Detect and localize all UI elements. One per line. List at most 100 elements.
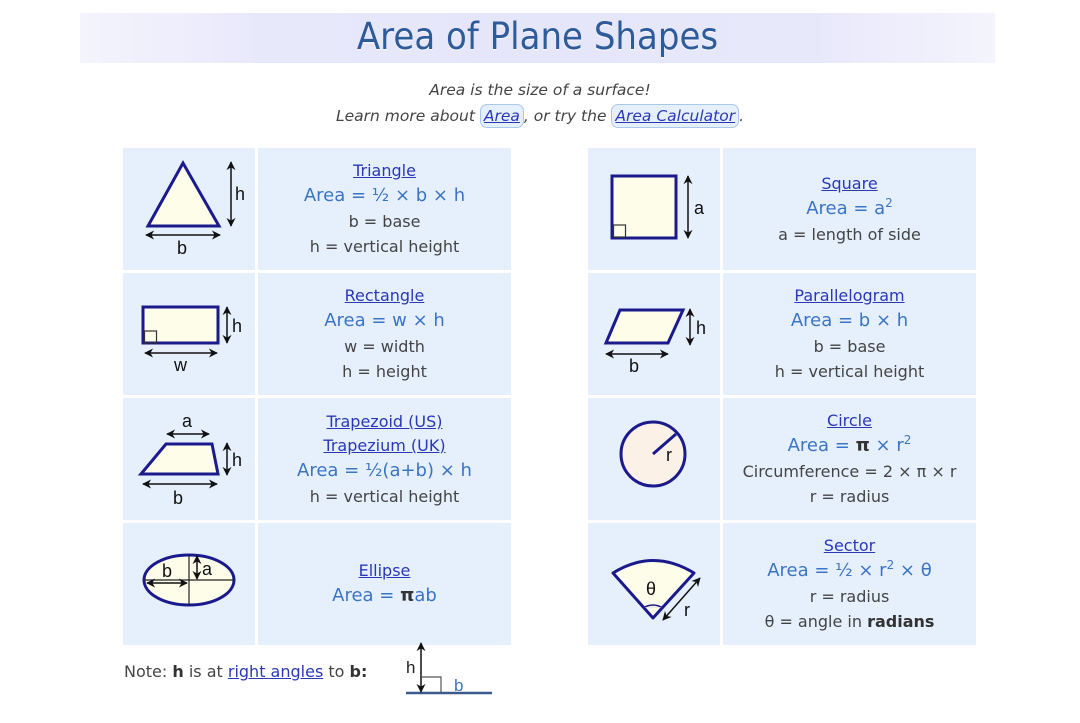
circle-desc: r = radius bbox=[809, 487, 890, 506]
rectangle-diagram: h w bbox=[141, 305, 242, 375]
parallelogram-diagram-cell: h b bbox=[588, 273, 720, 395]
sector-diagram-cell: θ r bbox=[588, 523, 720, 645]
circle-diagram-cell: r bbox=[588, 398, 720, 520]
rectangle-info: Rectangle Area = w × h w = width h = hei… bbox=[258, 273, 511, 395]
exponent: 2 bbox=[903, 433, 912, 447]
circle-formula: Area = π × r2 bbox=[723, 433, 976, 459]
shape-row-rectangle: h w Rectangle Area = w × h w = width h =… bbox=[123, 273, 511, 395]
shapes-table-right: a Square Area = a2 a = length of side h … bbox=[585, 145, 979, 648]
intro-text: , or try the bbox=[523, 107, 612, 125]
h-label: h bbox=[232, 450, 242, 470]
circle-desc: Circumference = 2 × π × r bbox=[742, 462, 957, 481]
shape-row-ellipse: b a Ellipse Area = πab bbox=[123, 523, 511, 645]
parallelogram-link[interactable]: Parallelogram bbox=[723, 284, 976, 308]
rectangle-link[interactable]: Rectangle bbox=[258, 284, 511, 308]
trapezoid-link[interactable]: Trapezoid (US) bbox=[258, 410, 511, 434]
triangle-info: Triangle Area = ½ × b × h b = base h = v… bbox=[258, 148, 511, 270]
r-label: r bbox=[684, 600, 690, 620]
sector-formula: Area = ½ × r2 × θ bbox=[723, 558, 976, 584]
square-diagram-cell: a bbox=[588, 148, 720, 270]
triangle-link[interactable]: Triangle bbox=[258, 159, 511, 183]
right-angles-link[interactable]: right angles bbox=[228, 662, 323, 681]
right-angle-diagram: h b bbox=[406, 642, 492, 695]
right-angle-mark bbox=[422, 676, 442, 693]
a-label: a bbox=[202, 559, 213, 579]
note-h: h bbox=[172, 662, 184, 681]
pi-symbol: π bbox=[855, 435, 870, 456]
formula-text: × r bbox=[869, 435, 904, 456]
note-b: b: bbox=[349, 662, 368, 681]
b-label: b bbox=[454, 676, 463, 695]
page-title: Area of Plane Shapes bbox=[356, 15, 719, 58]
sector-link[interactable]: Sector bbox=[723, 534, 976, 558]
parallelogram-diagram: h b bbox=[603, 308, 706, 376]
formula-text: ab bbox=[414, 585, 437, 606]
trapezoid-info: Trapezoid (US) Trapezium (UK) Area = ½(a… bbox=[258, 398, 511, 520]
ellipse-info: Ellipse Area = πab bbox=[258, 523, 511, 645]
square-desc: a = length of side bbox=[778, 224, 921, 244]
note-text: Note: bbox=[124, 662, 173, 681]
shape-row-trapezoid: a h b Trapezoid (US) Trapezium (UK) Area… bbox=[123, 398, 511, 520]
pi-symbol: π bbox=[400, 585, 415, 606]
intro-line-1: Area is the size of a surface! bbox=[429, 81, 651, 99]
square-link[interactable]: Square bbox=[723, 172, 976, 196]
area-calculator-link[interactable]: Area Calculator bbox=[611, 104, 740, 128]
theta-label: θ bbox=[646, 579, 656, 599]
h-label: h bbox=[232, 316, 242, 336]
sector-desc-angle: θ = angle in radians bbox=[723, 609, 976, 634]
formula-text: Area = bbox=[332, 585, 401, 606]
b-label: b bbox=[162, 561, 172, 581]
sector-info: Sector Area = ½ × r2 × θ r = radius θ = … bbox=[723, 523, 976, 645]
sector-diagram: θ r bbox=[611, 559, 701, 621]
a-label: a bbox=[182, 411, 193, 431]
ellipse-link[interactable]: Ellipse bbox=[258, 559, 511, 583]
area-link[interactable]: Area bbox=[479, 104, 524, 128]
a-label: a bbox=[694, 198, 705, 218]
ellipse-diagram-cell: b a bbox=[123, 523, 255, 645]
triangle-diagram: h b bbox=[145, 159, 245, 258]
formula-text: Area = a bbox=[806, 197, 886, 219]
exponent: 2 bbox=[885, 195, 893, 210]
ellipse-formula: Area = πab bbox=[258, 583, 511, 609]
square-info: Square Area = a2 a = length of side bbox=[723, 148, 976, 270]
square-diagram: a bbox=[610, 174, 705, 240]
note: Note: h is at right angles to b: bbox=[124, 662, 367, 681]
shape-row-sector: θ r Sector Area = ½ × r2 × θ r = radius … bbox=[588, 523, 976, 645]
trapezoid-diagram: a h b bbox=[137, 411, 242, 508]
circle-diagram: r bbox=[619, 420, 687, 488]
formula-text: Area = ½ × r bbox=[767, 560, 887, 581]
h-label: h bbox=[696, 318, 706, 338]
triangle-shape bbox=[145, 159, 222, 228]
triangle-desc: b = base bbox=[348, 212, 421, 231]
note-text: to bbox=[323, 662, 350, 681]
rectangle-formula: Area = w × h bbox=[324, 310, 445, 331]
parallelogram-formula: Area = b × h bbox=[790, 310, 909, 331]
parallelogram-desc: b = base bbox=[813, 337, 886, 356]
rectangle-desc: w = width bbox=[344, 337, 425, 356]
note-text: is at bbox=[183, 662, 228, 681]
ellipse-diagram: b a bbox=[142, 553, 236, 607]
square-shape bbox=[610, 174, 678, 240]
trapezium-link[interactable]: Trapezium (UK) bbox=[258, 434, 511, 458]
shape-row-triangle: h b Triangle Area = ½ × b × h b = base h… bbox=[123, 148, 511, 270]
intro-text: Learn more about bbox=[335, 107, 480, 125]
r-label: r bbox=[666, 445, 672, 465]
rectangle-shape bbox=[141, 305, 220, 345]
circle-link[interactable]: Circle bbox=[723, 409, 976, 433]
page-header: Area of Plane Shapes bbox=[80, 13, 995, 63]
b-label: b bbox=[629, 356, 639, 376]
intro-line-2: Learn more about Area, or try the Area C… bbox=[0, 104, 1080, 128]
rectangle-diagram-cell: h w bbox=[123, 273, 255, 395]
trapezoid-shape bbox=[137, 442, 220, 476]
parallelogram-desc: h = vertical height bbox=[774, 362, 925, 381]
b-label: b bbox=[177, 238, 187, 258]
triangle-desc: h = vertical height bbox=[309, 237, 460, 256]
shape-row-circle: r Circle Area = π × r2 Circumference = 2… bbox=[588, 398, 976, 520]
trapezoid-desc: h = vertical height bbox=[309, 486, 460, 506]
parallelogram-info: Parallelogram Area = b × h b = base h = … bbox=[723, 273, 976, 395]
shape-row-square: a Square Area = a2 a = length of side bbox=[588, 148, 976, 270]
circle-info: Circle Area = π × r2 Circumference = 2 ×… bbox=[723, 398, 976, 520]
h-label: h bbox=[235, 184, 245, 204]
rectangle-desc: h = height bbox=[342, 362, 427, 381]
b-label: b bbox=[173, 488, 183, 508]
